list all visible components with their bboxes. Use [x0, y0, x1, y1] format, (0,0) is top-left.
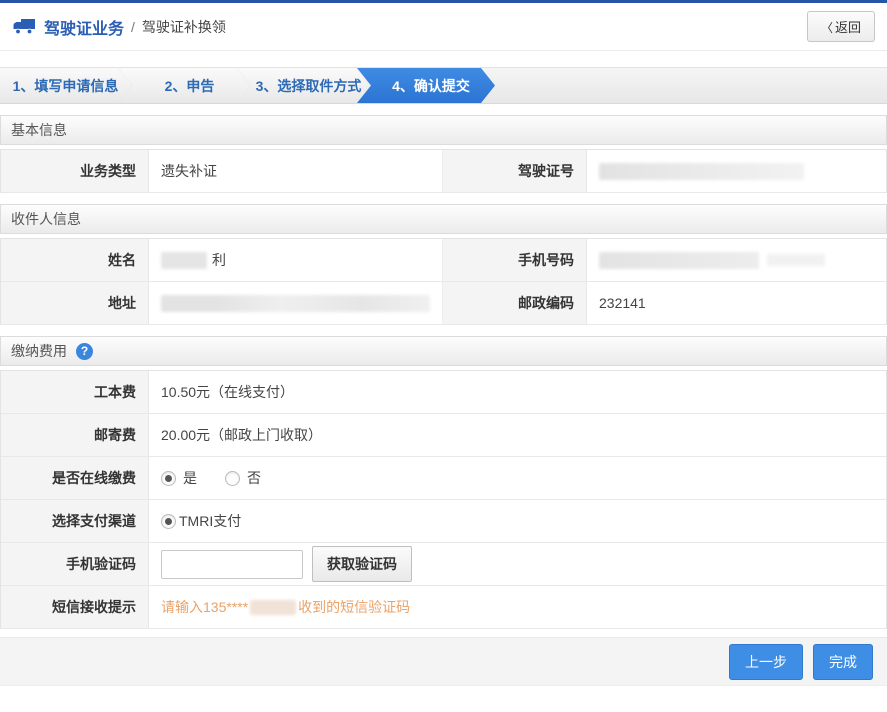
table-row: 地址 邮政编码 232141 — [1, 282, 886, 325]
section-basic-info: 基本信息 业务类型 遗失补证 驾驶证号 — [0, 115, 887, 193]
step-2-declare[interactable]: 2、申告 — [119, 68, 250, 103]
section-header-payment-fees: 缴纳费用 ? — [0, 336, 887, 366]
fee-post-label: 邮寄费 — [1, 414, 149, 457]
address-value — [149, 282, 443, 325]
redacted-phone — [599, 252, 759, 269]
table-row: 邮寄费 20.00元（邮政上门收取） — [1, 414, 886, 457]
sms-hint-label: 短信接收提示 — [1, 586, 149, 629]
sms-code-label: 手机验证码 — [1, 543, 149, 586]
online-pay-radio-group: 是 否 — [161, 468, 261, 488]
section-recipient-info: 收件人信息 姓名 利 手机号码 地址 邮政编码 232141 — [0, 204, 887, 325]
redacted-phone-digits — [250, 600, 296, 615]
step-label: 4、确认提交 — [392, 76, 470, 96]
section-header-basic-info: 基本信息 — [0, 115, 887, 145]
name-visible-suffix: 利 — [212, 250, 226, 270]
redacted-license-number — [599, 163, 804, 180]
back-button[interactable]: 〈返回 — [807, 11, 875, 42]
radio-selected-icon — [161, 471, 176, 486]
radio-option-no[interactable]: 否 — [225, 468, 261, 488]
fee-cost-label: 工本费 — [1, 371, 149, 414]
pay-channel-label: 选择支付渠道 — [1, 500, 149, 543]
section-header-recipient-info: 收件人信息 — [0, 204, 887, 234]
footer-action-bar: 上一步 完成 — [0, 637, 887, 686]
redacted-phone-tail — [767, 254, 825, 266]
section-title: 缴纳费用 — [11, 341, 67, 361]
truck-icon — [12, 18, 36, 35]
phone-value — [587, 239, 886, 282]
chevron-left-icon: 〈 — [821, 21, 833, 35]
phone-label: 手机号码 — [443, 239, 587, 282]
radio-option-label: TMRI支付 — [179, 511, 241, 531]
step-wizard: 1、填写申请信息 2、申告 3、选择取件方式 4、确认提交 — [0, 67, 887, 104]
page-title: 驾驶证业务 — [44, 15, 124, 39]
back-button-label: 返回 — [835, 20, 861, 35]
step-3-pickup-method[interactable]: 3、选择取件方式 — [238, 68, 369, 103]
business-type-label: 业务类型 — [1, 150, 149, 193]
section-payment-fees: 缴纳费用 ? 工本费 10.50元（在线支付） 邮寄费 20.00元（邮政上门收… — [0, 336, 887, 629]
license-no-label: 驾驶证号 — [443, 150, 587, 193]
step-4-confirm-submit[interactable]: 4、确认提交 — [357, 68, 495, 103]
finish-button[interactable]: 完成 — [813, 644, 873, 680]
radio-option-tmri-pay[interactable]: TMRI支付 — [161, 511, 241, 531]
help-question-icon[interactable]: ? — [76, 343, 93, 360]
section-title: 基本信息 — [11, 120, 67, 140]
table-row: 手机验证码 获取验证码 — [1, 543, 886, 586]
sms-hint-prefix: 请输入135**** — [161, 597, 248, 617]
step-1-fill-application[interactable]: 1、填写申请信息 — [0, 68, 131, 103]
postcode-value: 232141 — [587, 282, 886, 325]
redacted-address — [161, 295, 430, 312]
sms-hint-suffix: 收到的短信验证码 — [298, 597, 410, 617]
breadcrumb-current: 驾驶证补换领 — [142, 17, 226, 37]
radio-option-yes[interactable]: 是 — [161, 468, 197, 488]
address-label: 地址 — [1, 282, 149, 325]
license-no-value — [587, 150, 886, 193]
get-code-button[interactable]: 获取验证码 — [312, 546, 412, 582]
previous-step-button[interactable]: 上一步 — [729, 644, 803, 680]
table-row: 姓名 利 手机号码 — [1, 239, 886, 282]
online-pay-label: 是否在线缴费 — [1, 457, 149, 500]
business-type-value: 遗失补证 — [149, 150, 443, 193]
table-row: 短信接收提示 请输入135**** 收到的短信验证码 — [1, 586, 886, 629]
table-row: 是否在线缴费 是 否 — [1, 457, 886, 500]
redacted-name — [161, 252, 207, 269]
fee-post-value: 20.00元（邮政上门收取） — [149, 414, 886, 457]
step-label: 3、选择取件方式 — [256, 76, 362, 96]
table-row: 选择支付渠道 TMRI支付 — [1, 500, 886, 543]
radio-selected-icon — [161, 514, 176, 529]
radio-option-label: 否 — [247, 468, 261, 488]
sms-hint-text: 请输入135**** 收到的短信验证码 — [161, 597, 410, 617]
page-header: 驾驶证业务 / 驾驶证补换领 〈返回 — [0, 3, 887, 51]
sms-code-input[interactable] — [161, 550, 303, 579]
radio-option-label: 是 — [183, 468, 197, 488]
table-row: 业务类型 遗失补证 驾驶证号 — [1, 150, 886, 193]
table-row: 工本费 10.50元（在线支付） — [1, 371, 886, 414]
radio-unselected-icon — [225, 471, 240, 486]
name-value: 利 — [149, 239, 443, 282]
fee-cost-value: 10.50元（在线支付） — [149, 371, 886, 414]
name-label: 姓名 — [1, 239, 149, 282]
postcode-label: 邮政编码 — [443, 282, 587, 325]
step-label: 2、申告 — [165, 76, 215, 96]
breadcrumb-separator: / — [131, 19, 135, 35]
step-label: 1、填写申请信息 — [13, 76, 119, 96]
section-title: 收件人信息 — [11, 209, 81, 229]
